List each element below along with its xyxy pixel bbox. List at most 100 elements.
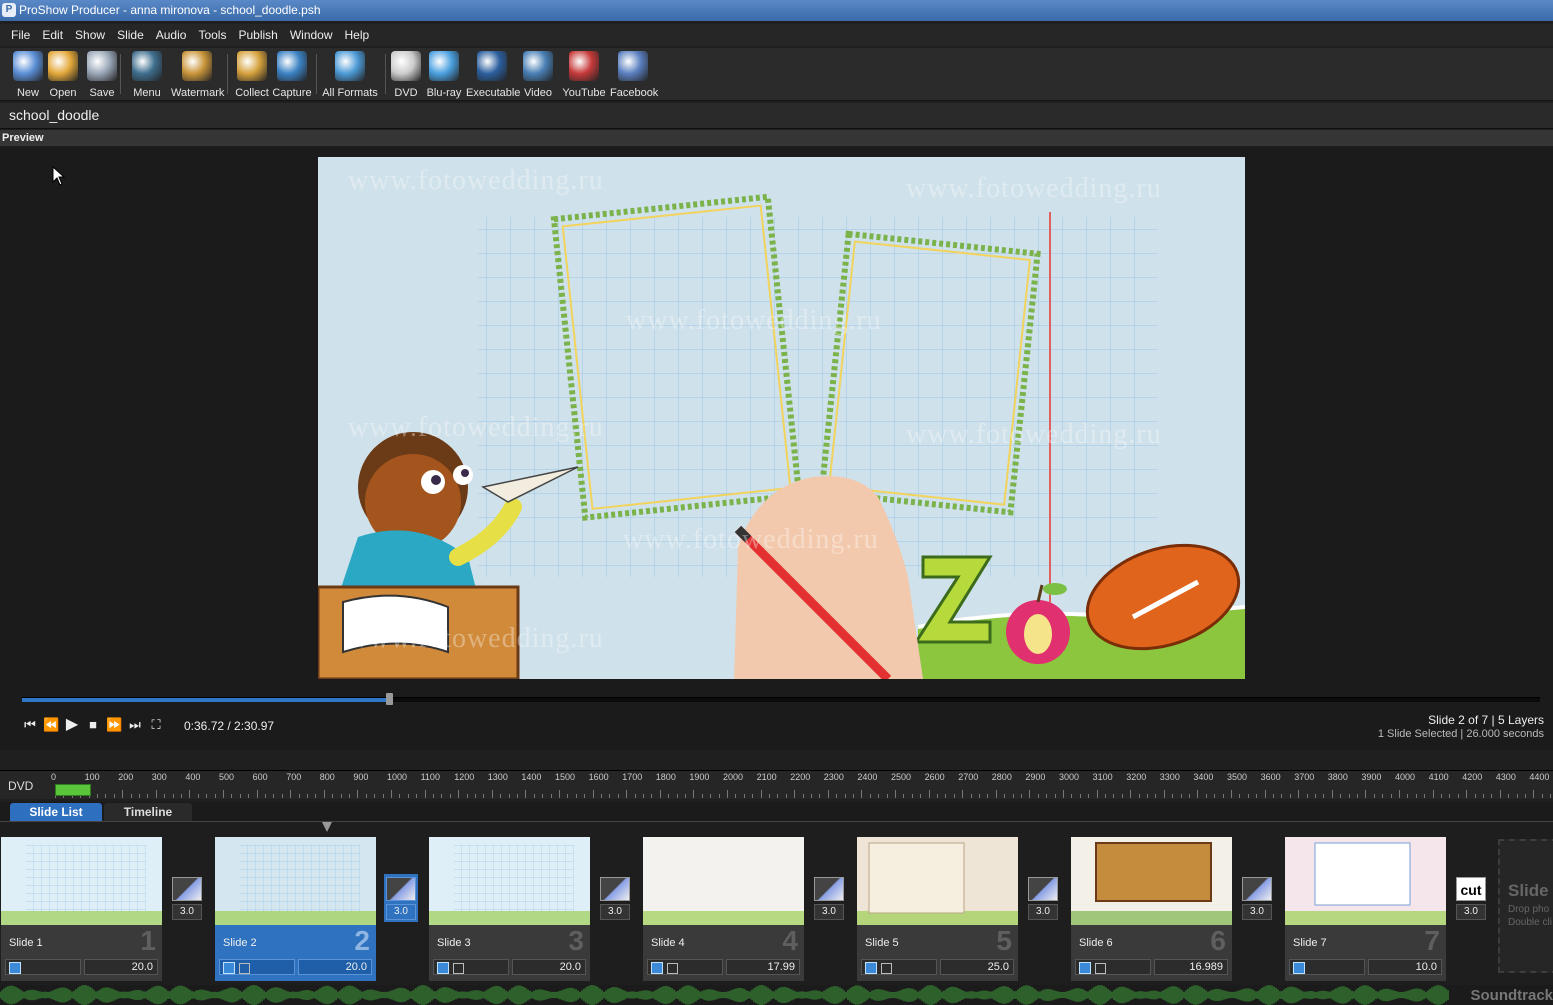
ruler-tick bbox=[1264, 790, 1266, 798]
ruler-tick bbox=[1357, 794, 1358, 798]
slide-duration[interactable]: 20.0 bbox=[512, 959, 586, 975]
menu-edit[interactable]: Edit bbox=[36, 24, 69, 46]
transition-duration[interactable]: 3.0 bbox=[1242, 904, 1272, 920]
ruler-tick bbox=[1063, 790, 1064, 798]
toolbar-video-button[interactable]: Video bbox=[516, 51, 560, 99]
toolbar-save-button[interactable]: Save bbox=[80, 51, 124, 99]
stop-icon[interactable]: ■ bbox=[85, 717, 101, 733]
transition-duration[interactable]: 3.0 bbox=[172, 904, 202, 920]
ruler-tick bbox=[483, 794, 485, 798]
slide-duration[interactable]: 16.989 bbox=[1154, 959, 1228, 975]
menu-tools[interactable]: Tools bbox=[192, 24, 232, 46]
transition-1[interactable]: 3.0 bbox=[170, 874, 204, 922]
ruler-tick-label: 200 bbox=[118, 772, 134, 782]
toolbar-facebook-button[interactable]: Facebook bbox=[610, 51, 658, 99]
menu-window[interactable]: Window bbox=[284, 24, 339, 46]
fade-transition-icon[interactable] bbox=[1242, 877, 1272, 901]
menu-file[interactable]: File bbox=[0, 24, 36, 46]
menu-slide[interactable]: Slide bbox=[111, 24, 150, 46]
slide-play-box[interactable] bbox=[1289, 959, 1365, 975]
slide-duration[interactable]: 17.99 bbox=[726, 959, 800, 975]
empty-slide-drop-target[interactable]: Slide Drop pho Double cli bbox=[1498, 839, 1553, 973]
toolbar-blu-ray-button[interactable]: Blu-ray bbox=[422, 51, 466, 99]
menu-audio[interactable]: Audio bbox=[150, 24, 193, 46]
ruler-tick bbox=[206, 794, 208, 798]
fast-forward-icon[interactable]: ⏩ bbox=[106, 717, 122, 733]
slide-play-icon[interactable] bbox=[9, 962, 21, 974]
slide-2[interactable]: Slide 2 2 20.0 bbox=[215, 837, 376, 981]
toolbar-executable-button[interactable]: Executable bbox=[466, 51, 520, 99]
playback-progress-bar[interactable] bbox=[22, 693, 1540, 705]
fade-transition-icon[interactable] bbox=[814, 877, 844, 901]
slide-play-box[interactable] bbox=[861, 959, 937, 975]
slide-play-box[interactable] bbox=[433, 959, 509, 975]
ruler-tick bbox=[609, 794, 611, 798]
slide-play-box[interactable] bbox=[219, 959, 295, 975]
ruler-tick bbox=[298, 794, 300, 798]
menu-publish[interactable]: Publish bbox=[232, 24, 283, 46]
transition-4[interactable]: 3.0 bbox=[812, 874, 846, 922]
transition-duration[interactable]: 3.0 bbox=[814, 904, 844, 920]
tab-timeline[interactable]: Timeline bbox=[104, 803, 192, 821]
slide-play-icon[interactable] bbox=[1079, 962, 1091, 974]
slide-3[interactable]: Slide 3 3 20.0 bbox=[429, 837, 590, 981]
transition-6[interactable]: 3.0 bbox=[1240, 874, 1274, 922]
ruler-tick bbox=[1281, 794, 1283, 798]
fullscreen-icon[interactable]: ⛶ bbox=[148, 717, 164, 733]
toolbar-youtube-button[interactable]: YouTube bbox=[561, 51, 607, 99]
cut-transition-icon[interactable]: cut bbox=[1456, 877, 1486, 901]
slide-1[interactable]: Slide 1 1 20.0 bbox=[1, 837, 162, 981]
menu-help[interactable]: Help bbox=[339, 24, 376, 46]
transition-duration[interactable]: 3.0 bbox=[1028, 904, 1058, 920]
ruler-tick-label: 1200 bbox=[454, 772, 475, 782]
rewind-icon[interactable]: ⏪ bbox=[43, 717, 59, 733]
transition-7[interactable]: cut 3.0 bbox=[1454, 874, 1488, 922]
toolbar-watermark-button[interactable]: Watermark bbox=[171, 51, 224, 99]
slide-name: Slide 4 bbox=[651, 937, 685, 949]
slide-play-box[interactable] bbox=[1075, 959, 1151, 975]
slide-duration[interactable]: 10.0 bbox=[1368, 959, 1442, 975]
slide-play-icon[interactable] bbox=[1293, 962, 1305, 974]
slide-play-icon[interactable] bbox=[223, 962, 235, 974]
playback-scrub-handle[interactable] bbox=[386, 693, 394, 705]
transition-3[interactable]: 3.0 bbox=[598, 874, 632, 922]
fade-transition-icon[interactable] bbox=[600, 877, 630, 901]
slide-play-icon[interactable] bbox=[651, 962, 663, 974]
slide-play-icon[interactable] bbox=[437, 962, 449, 974]
transition-5[interactable]: 3.0 bbox=[1026, 874, 1060, 922]
transition-duration[interactable]: 3.0 bbox=[386, 904, 416, 920]
toolbar-open-button[interactable]: Open bbox=[41, 51, 85, 99]
toolbar-collect-button[interactable]: Collect bbox=[230, 51, 274, 99]
slide-7[interactable]: Slide 7 7 10.0 bbox=[1285, 837, 1446, 981]
fade-transition-icon[interactable] bbox=[386, 877, 416, 901]
preview-canvas[interactable]: www.fotowedding.ru www.fotowedding.ru ww… bbox=[318, 157, 1245, 679]
menu-show[interactable]: Show bbox=[69, 24, 111, 46]
transition-duration[interactable]: 3.0 bbox=[1456, 904, 1486, 920]
slide-play-box[interactable] bbox=[5, 959, 81, 975]
toolbar-all-formats-button[interactable]: All Formats bbox=[322, 51, 378, 99]
skip-to-end-icon[interactable]: ⏭ bbox=[127, 717, 143, 733]
fade-transition-icon[interactable] bbox=[172, 877, 202, 901]
slide-5[interactable]: Slide 5 5 25.0 bbox=[857, 837, 1018, 981]
slide-play-box[interactable] bbox=[647, 959, 723, 975]
slide-duration[interactable]: 20.0 bbox=[84, 959, 158, 975]
ruler-tick bbox=[752, 794, 754, 798]
play-icon[interactable]: ▶ bbox=[64, 717, 80, 733]
show-name[interactable]: school_doodle bbox=[9, 107, 99, 123]
slide-name: Slide 1 bbox=[9, 937, 43, 949]
slide-4[interactable]: Slide 4 4 17.99 bbox=[643, 837, 804, 981]
toolbar-capture-button[interactable]: Capture bbox=[270, 51, 314, 99]
ruler-tick bbox=[693, 790, 695, 798]
soundtrack-track[interactable]: Soundtrack bbox=[0, 985, 1553, 1005]
skip-to-start-icon[interactable]: ⏮ bbox=[22, 717, 38, 733]
slide-6[interactable]: Slide 6 6 16.989 bbox=[1071, 837, 1232, 981]
tab-slide-list[interactable]: Slide List bbox=[10, 803, 102, 821]
fade-transition-icon[interactable] bbox=[1028, 877, 1058, 901]
ruler-tick bbox=[1491, 794, 1493, 798]
slide-duration[interactable]: 25.0 bbox=[940, 959, 1014, 975]
transition-2[interactable]: 3.0 bbox=[384, 874, 418, 922]
slide-play-icon[interactable] bbox=[865, 962, 877, 974]
toolbar-menu-button[interactable]: Menu bbox=[125, 51, 169, 99]
transition-duration[interactable]: 3.0 bbox=[600, 904, 630, 920]
slide-duration[interactable]: 20.0 bbox=[298, 959, 372, 975]
